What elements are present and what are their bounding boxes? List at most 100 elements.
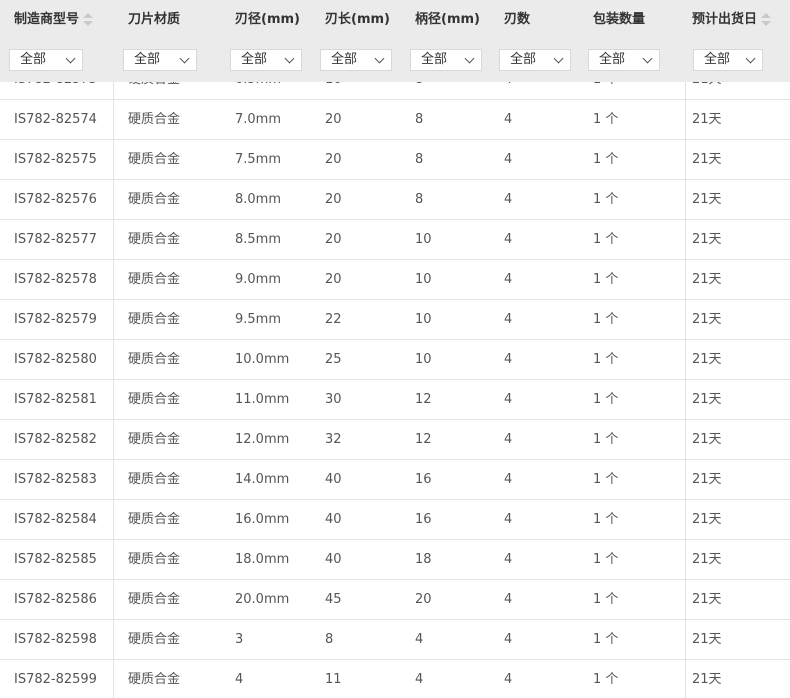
cell-blade-length: 22 bbox=[325, 312, 342, 327]
filter-select-blade-length[interactable]: 全部 bbox=[320, 49, 392, 71]
cell-shank-diameter: 4 bbox=[415, 672, 424, 687]
cell-ship-date: 21天 bbox=[692, 232, 722, 247]
filter-select-model[interactable]: 全部 bbox=[9, 49, 83, 71]
cell-package-qty: 1 个 bbox=[593, 552, 619, 567]
cell-model: IS782-82574 bbox=[14, 112, 97, 127]
cell-package-qty: 1 个 bbox=[593, 232, 619, 247]
table-row[interactable]: IS782-82576 硬质合金 8.0mm 20 8 4 1 个 21天 bbox=[0, 180, 790, 220]
cell-shank-diameter: 12 bbox=[415, 392, 432, 407]
cell-ship-date: 21天 bbox=[692, 552, 722, 567]
cell-shank-diameter: 16 bbox=[415, 472, 432, 487]
cell-material: 硬质合金 bbox=[128, 192, 181, 207]
cell-shank-diameter: 4 bbox=[415, 632, 424, 647]
cell-blade-length: 40 bbox=[325, 472, 342, 487]
cell-ship-date: 21天 bbox=[692, 672, 722, 687]
table-row[interactable]: IS782-82586 硬质合金 20.0mm 45 20 4 1 个 21天 bbox=[0, 580, 790, 620]
cell-flute-count: 4 bbox=[504, 272, 513, 287]
sort-icon[interactable] bbox=[83, 12, 94, 27]
cell-blade-length: 8 bbox=[325, 632, 334, 647]
table-row[interactable]: IS782-82599 硬质合金 4 11 4 4 1 个 21天 bbox=[0, 660, 790, 698]
cell-ship-date: 21天 bbox=[692, 472, 722, 487]
cell-blade-length: 20 bbox=[325, 232, 342, 247]
table-row[interactable]: IS782-82579 硬质合金 9.5mm 22 10 4 1 个 21天 bbox=[0, 300, 790, 340]
cell-material: 硬质合金 bbox=[128, 432, 181, 447]
cell-ship-date: 21天 bbox=[692, 352, 722, 367]
filter-select-flute-count[interactable]: 全部 bbox=[499, 49, 571, 71]
cell-blade-diameter: 18.0mm bbox=[235, 552, 290, 567]
cell-flute-count: 4 bbox=[504, 552, 513, 567]
table-body: IS782-82573硬质合金6.5mm16841 个21天IS782-8257… bbox=[0, 60, 790, 698]
cell-blade-diameter: 3 bbox=[235, 632, 244, 647]
filter-select-material[interactable]: 全部 bbox=[123, 49, 197, 71]
cell-model: IS782-82582 bbox=[14, 432, 97, 447]
cell-model: IS782-82579 bbox=[14, 312, 97, 327]
chevron-down-icon bbox=[745, 53, 756, 64]
table-row[interactable]: IS782-82581 硬质合金 11.0mm 30 12 4 1 个 21天 bbox=[0, 380, 790, 420]
table-row[interactable]: IS782-82578 硬质合金 9.0mm 20 10 4 1 个 21天 bbox=[0, 260, 790, 300]
cell-blade-length: 20 bbox=[325, 192, 342, 207]
cell-model: IS782-82586 bbox=[14, 592, 97, 607]
header-ship-date[interactable]: 预计出货日 bbox=[686, 0, 790, 40]
cell-model: IS782-82599 bbox=[14, 672, 97, 687]
cell-shank-diameter: 8 bbox=[415, 192, 424, 207]
chevron-down-icon bbox=[65, 53, 76, 64]
header-blade-diameter: 刃径(mm) bbox=[235, 12, 300, 27]
filter-select-blade-diameter[interactable]: 全部 bbox=[230, 49, 302, 71]
cell-package-qty: 1 个 bbox=[593, 112, 619, 127]
chevron-down-icon bbox=[284, 53, 295, 64]
cell-package-qty: 1 个 bbox=[593, 152, 619, 167]
cell-ship-date: 21天 bbox=[692, 592, 722, 607]
chevron-down-icon bbox=[179, 53, 190, 64]
cell-flute-count: 4 bbox=[504, 192, 513, 207]
cell-ship-date: 21天 bbox=[692, 432, 722, 447]
filter-select-package-qty[interactable]: 全部 bbox=[588, 49, 660, 71]
cell-shank-diameter: 10 bbox=[415, 312, 432, 327]
table-row[interactable]: IS782-82598 硬质合金 3 8 4 4 1 个 21天 bbox=[0, 620, 790, 660]
sort-icon[interactable] bbox=[761, 12, 772, 27]
cell-shank-diameter: 8 bbox=[415, 112, 424, 127]
header-flute-count: 刃数 bbox=[504, 12, 531, 27]
table-row[interactable]: IS782-82574 硬质合金 7.0mm 20 8 4 1 个 21天 bbox=[0, 100, 790, 140]
cell-flute-count: 4 bbox=[504, 152, 513, 167]
cell-model: IS782-82576 bbox=[14, 192, 97, 207]
cell-material: 硬质合金 bbox=[128, 112, 181, 127]
cell-package-qty: 1 个 bbox=[593, 352, 619, 367]
cell-material: 硬质合金 bbox=[128, 672, 181, 687]
chevron-down-icon bbox=[464, 53, 475, 64]
cell-package-qty: 1 个 bbox=[593, 192, 619, 207]
cell-blade-diameter: 7.5mm bbox=[235, 152, 282, 167]
table-row[interactable]: IS782-82582 硬质合金 12.0mm 32 12 4 1 个 21天 bbox=[0, 420, 790, 460]
cell-blade-diameter: 16.0mm bbox=[235, 512, 290, 527]
cell-blade-length: 40 bbox=[325, 512, 342, 527]
table-row[interactable]: IS782-82575 硬质合金 7.5mm 20 8 4 1 个 21天 bbox=[0, 140, 790, 180]
filter-select-ship-date[interactable]: 全部 bbox=[693, 49, 763, 71]
header-shank-diameter: 柄径(mm) bbox=[415, 12, 480, 27]
cell-blade-diameter: 10.0mm bbox=[235, 352, 290, 367]
cell-material: 硬质合金 bbox=[128, 472, 181, 487]
table-row[interactable]: IS782-82585 硬质合金 18.0mm 40 18 4 1 个 21天 bbox=[0, 540, 790, 580]
table-row[interactable]: IS782-82584 硬质合金 16.0mm 40 16 4 1 个 21天 bbox=[0, 500, 790, 540]
cell-blade-length: 30 bbox=[325, 392, 342, 407]
cell-material: 硬质合金 bbox=[128, 312, 181, 327]
cell-model: IS782-82583 bbox=[14, 472, 97, 487]
table-row[interactable]: IS782-82583 硬质合金 14.0mm 40 16 4 1 个 21天 bbox=[0, 460, 790, 500]
cell-package-qty: 1 个 bbox=[593, 592, 619, 607]
header-model[interactable]: 制造商型号 bbox=[0, 0, 114, 40]
cell-package-qty: 1 个 bbox=[593, 672, 619, 687]
cell-blade-length: 25 bbox=[325, 352, 342, 367]
cell-ship-date: 21天 bbox=[692, 512, 722, 527]
table-row[interactable]: IS782-82577 硬质合金 8.5mm 20 10 4 1 个 21天 bbox=[0, 220, 790, 260]
filter-select-shank-diameter[interactable]: 全部 bbox=[410, 49, 482, 71]
cell-model: IS782-82581 bbox=[14, 392, 97, 407]
table-row[interactable]: IS782-82580 硬质合金 10.0mm 25 10 4 1 个 21天 bbox=[0, 340, 790, 380]
cell-ship-date: 21天 bbox=[692, 152, 722, 167]
cell-shank-diameter: 18 bbox=[415, 552, 432, 567]
cell-material: 硬质合金 bbox=[128, 152, 181, 167]
cell-ship-date: 21天 bbox=[692, 632, 722, 647]
cell-shank-diameter: 16 bbox=[415, 512, 432, 527]
cell-model: IS782-82580 bbox=[14, 352, 97, 367]
header-package-qty: 包装数量 bbox=[593, 12, 646, 27]
chevron-down-icon bbox=[553, 53, 564, 64]
cell-blade-diameter: 20.0mm bbox=[235, 592, 290, 607]
cell-shank-diameter: 10 bbox=[415, 272, 432, 287]
